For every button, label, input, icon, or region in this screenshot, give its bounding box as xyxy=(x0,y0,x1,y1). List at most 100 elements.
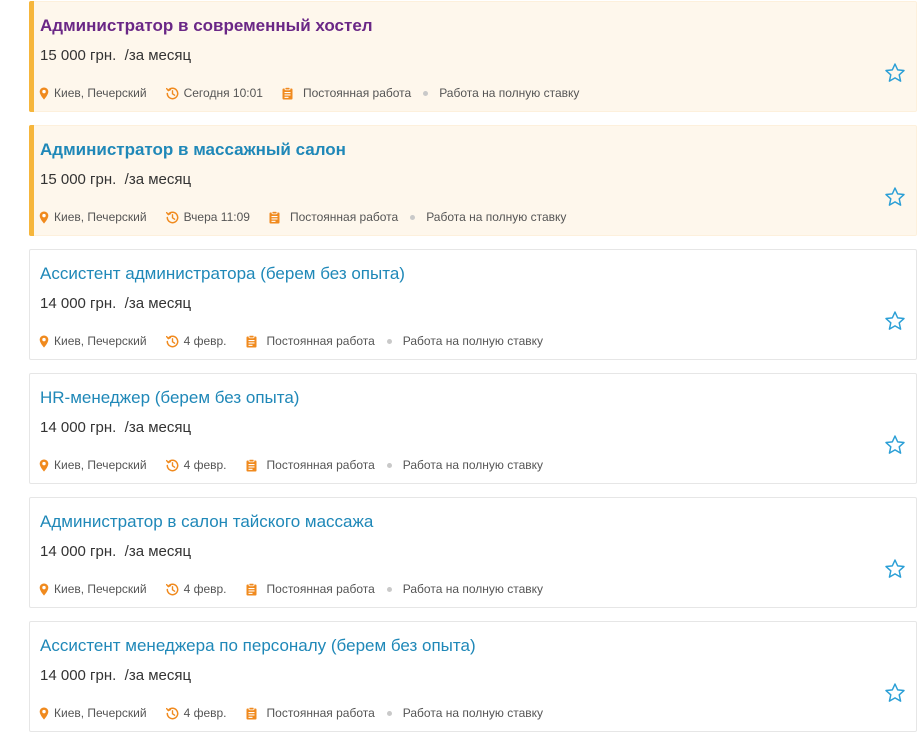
vacancy-date: 4 февр. xyxy=(165,334,227,348)
vacancy-schedule: Работа на полную ставку xyxy=(426,210,567,224)
separator-dot xyxy=(423,90,429,96)
vacancy-schedule: Работа на полную ставку xyxy=(402,334,544,348)
vacancy-type: Постоянная работа xyxy=(246,334,375,348)
location-text: Киев, Печерский xyxy=(54,458,147,472)
map-pin-icon xyxy=(39,458,51,472)
vacancy-type: Постоянная работа xyxy=(246,706,375,720)
salary-amount: 14 000 грн. xyxy=(40,543,117,560)
vacancy-salary: 15 000 грн. /за месяц xyxy=(40,46,191,66)
vacancy-location: Киев, Печерский xyxy=(39,706,147,720)
vacancy-card-5[interactable]: Администратор в салон тайского массажа 1… xyxy=(29,497,917,608)
vacancy-title-link[interactable]: Ассистент администратора (берем без опыт… xyxy=(40,263,405,285)
salary-amount: 15 000 грн. xyxy=(40,171,117,188)
vacancy-title-link[interactable]: HR-менеджер (берем без опыта) xyxy=(40,387,299,409)
vacancy-meta: Киев, Печерский 4 февр. Постоянная работ… xyxy=(39,332,543,350)
vacancy-location: Киев, Печерский xyxy=(39,582,147,596)
type-text: Постоянная работа xyxy=(266,706,375,720)
separator-dot xyxy=(386,710,392,716)
vacancy-salary: 15 000 грн. /за месяц xyxy=(40,170,191,190)
clipboard-icon xyxy=(246,458,260,472)
location-text: Киев, Печерский xyxy=(54,582,147,596)
type-text: Постоянная работа xyxy=(266,582,375,596)
map-pin-icon xyxy=(39,210,51,224)
date-text: Вчера 11:09 xyxy=(183,210,250,224)
date-text: 4 февр. xyxy=(183,706,227,720)
salary-amount: 14 000 грн. xyxy=(40,667,117,684)
vacancy-card-1[interactable]: Администратор в современный хостел 15 00… xyxy=(29,1,917,112)
date-text: 4 февр. xyxy=(183,582,227,596)
history-clock-icon xyxy=(165,334,180,348)
map-pin-icon xyxy=(39,706,51,720)
vacancy-salary: 14 000 грн. /за месяц xyxy=(40,542,191,562)
vacancy-card-6[interactable]: Ассистент менеджера по персоналу (берем … xyxy=(29,621,917,732)
clipboard-icon xyxy=(246,582,260,596)
vacancy-type: Постоянная работа xyxy=(246,582,375,596)
vacancy-salary: 14 000 грн. /за месяц xyxy=(40,418,191,438)
history-clock-icon xyxy=(165,210,180,224)
vacancy-date: Вчера 11:09 xyxy=(165,210,250,224)
vacancy-salary: 14 000 грн. /за месяц xyxy=(40,666,191,686)
history-clock-icon xyxy=(165,706,180,720)
map-pin-icon xyxy=(39,334,51,348)
favorite-star-icon[interactable] xyxy=(884,310,906,332)
salary-period: /за месяц xyxy=(124,295,192,312)
vacancy-title-link[interactable]: Администратор в современный хостел xyxy=(40,15,373,37)
type-text: Постоянная работа xyxy=(266,334,375,348)
salary-period: /за месяц xyxy=(124,171,192,188)
vacancy-title-link[interactable]: Администратор в салон тайского массажа xyxy=(40,511,373,533)
separator-dot xyxy=(386,462,392,468)
history-clock-icon xyxy=(165,86,180,100)
vacancy-type: Постоянная работа xyxy=(269,210,398,224)
vacancy-location: Киев, Печерский xyxy=(39,334,147,348)
type-text: Постоянная работа xyxy=(289,210,399,224)
salary-period: /за месяц xyxy=(124,543,192,560)
vacancy-title-link[interactable]: Администратор в массажный салон xyxy=(40,139,346,161)
history-clock-icon xyxy=(165,582,180,596)
vacancy-location: Киев, Печерский xyxy=(39,210,147,224)
favorite-star-icon[interactable] xyxy=(884,434,906,456)
separator-dot xyxy=(410,214,416,220)
vacancy-card-3[interactable]: Ассистент администратора (берем без опыт… xyxy=(29,249,917,360)
date-text: 4 февр. xyxy=(183,334,227,348)
vacancy-card-4[interactable]: HR-менеджер (берем без опыта) 14 000 грн… xyxy=(29,373,917,484)
separator-dot xyxy=(386,586,392,592)
vacancy-date: 4 февр. xyxy=(165,706,227,720)
vacancy-location: Киев, Печерский xyxy=(39,86,147,100)
vacancy-date: 4 февр. xyxy=(165,582,227,596)
date-text: 4 февр. xyxy=(183,458,227,472)
vacancy-meta: Киев, Печерский Вчера 11:09 Постоянная р… xyxy=(39,208,566,226)
type-text: Постоянная работа xyxy=(302,86,412,100)
vacancy-meta: Киев, Печерский 4 февр. Постоянная работ… xyxy=(39,580,543,598)
location-text: Киев, Печерский xyxy=(54,334,147,348)
vacancy-schedule: Работа на полную ставку xyxy=(402,706,544,720)
vacancy-type: Постоянная работа xyxy=(282,86,411,100)
type-text: Постоянная работа xyxy=(266,458,375,472)
salary-period: /за месяц xyxy=(124,667,192,684)
vacancy-schedule: Работа на полную ставку xyxy=(439,86,580,100)
vacancy-meta: Киев, Печерский 4 февр. Постоянная работ… xyxy=(39,456,543,474)
separator-dot xyxy=(386,338,392,344)
favorite-star-icon[interactable] xyxy=(884,558,906,580)
salary-period: /за месяц xyxy=(124,419,192,436)
location-text: Киев, Печерский xyxy=(54,706,147,720)
vacancy-title-link[interactable]: Ассистент менеджера по персоналу (берем … xyxy=(40,635,476,657)
clipboard-icon xyxy=(269,210,283,224)
vacancy-date: 4 февр. xyxy=(165,458,227,472)
date-text: Сегодня 10:01 xyxy=(183,86,263,100)
clipboard-icon xyxy=(246,334,260,348)
vacancy-card-2[interactable]: Администратор в массажный салон 15 000 г… xyxy=(29,125,917,236)
location-text: Киев, Печерский xyxy=(54,86,147,100)
salary-amount: 14 000 грн. xyxy=(40,295,117,312)
vacancy-meta: Киев, Печерский Сегодня 10:01 Постоянная… xyxy=(39,84,579,102)
map-pin-icon xyxy=(39,582,51,596)
vacancy-type: Постоянная работа xyxy=(246,458,375,472)
salary-amount: 14 000 грн. xyxy=(40,419,117,436)
vacancy-salary: 14 000 грн. /за месяц xyxy=(40,294,191,314)
favorite-star-icon[interactable] xyxy=(884,186,906,208)
favorite-star-icon[interactable] xyxy=(884,682,906,704)
favorite-star-icon[interactable] xyxy=(884,62,906,84)
clipboard-icon xyxy=(246,706,260,720)
location-text: Киев, Печерский xyxy=(54,210,147,224)
vacancy-date: Сегодня 10:01 xyxy=(165,86,263,100)
clipboard-icon xyxy=(282,86,296,100)
